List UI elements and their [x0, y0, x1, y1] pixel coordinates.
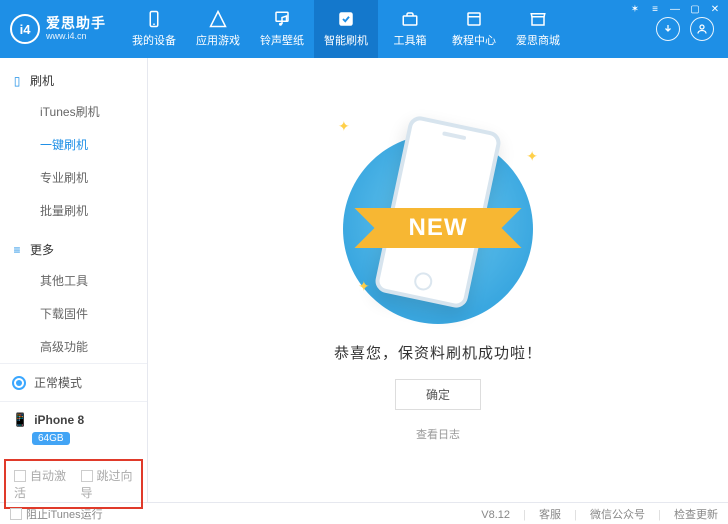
- ok-button[interactable]: 确定: [395, 379, 481, 410]
- sidebar-item-other-tools[interactable]: 其他工具: [0, 264, 147, 297]
- skin-button[interactable]: ✶: [628, 3, 642, 17]
- mode-icon: [12, 376, 26, 390]
- wechat-link[interactable]: 微信公众号: [590, 509, 645, 521]
- app-name: 爱思助手: [46, 16, 106, 31]
- phone-icon: ▯: [10, 74, 24, 88]
- maximize-button[interactable]: ▢: [688, 3, 702, 17]
- store-icon: [529, 10, 547, 28]
- tab-label: 爱思商城: [516, 32, 560, 48]
- version-label: V8.12: [481, 509, 510, 521]
- prevent-itunes-checkbox[interactable]: 阻止iTunes运行: [10, 506, 103, 522]
- tab-toolbox[interactable]: 工具箱: [378, 0, 442, 58]
- tab-store[interactable]: 爱思商城: [506, 0, 570, 58]
- tab-device[interactable]: 我的设备: [122, 0, 186, 58]
- device-name: iPhone 8: [12, 412, 135, 428]
- sidebar-item-oneclick-flash[interactable]: 一键刷机: [0, 128, 147, 161]
- sidebar-group-more[interactable]: ≡ 更多: [0, 235, 147, 264]
- skip-wizard-checkbox[interactable]: 跳过向导: [81, 467, 134, 501]
- music-icon: [273, 10, 291, 28]
- main-content: ✦ ✦ ✦ NEW 恭喜您，保资料刷机成功啦！ 确定 查看日志: [148, 58, 728, 502]
- sidebar-item-batch-flash[interactable]: 批量刷机: [0, 194, 147, 227]
- more-icon: ≡: [10, 243, 24, 257]
- success-message: 恭喜您，保资料刷机成功啦！: [148, 342, 728, 363]
- checkbox-label: 阻止iTunes运行: [26, 509, 103, 521]
- user-button[interactable]: [690, 17, 714, 41]
- ribbon-new: NEW: [383, 208, 494, 248]
- logo-icon: i4: [10, 14, 40, 44]
- success-illustration: ✦ ✦ ✦ NEW: [278, 98, 598, 318]
- check-update-link[interactable]: 检查更新: [674, 509, 718, 521]
- sidebar: ▯ 刷机 iTunes刷机 一键刷机 专业刷机 批量刷机 ≡ 更多 其他工具 下…: [0, 58, 148, 502]
- tab-label: 工具箱: [394, 32, 427, 48]
- toolbox-icon: [401, 10, 419, 28]
- sidebar-item-pro-flash[interactable]: 专业刷机: [0, 161, 147, 194]
- minimize-button[interactable]: —: [668, 3, 682, 17]
- tab-ringtones[interactable]: 铃声壁纸: [250, 0, 314, 58]
- sidebar-item-itunes-flash[interactable]: iTunes刷机: [0, 95, 147, 128]
- tab-label: 应用游戏: [196, 32, 240, 48]
- view-log-link[interactable]: 查看日志: [148, 426, 728, 442]
- tab-label: 我的设备: [132, 32, 176, 48]
- tab-flash[interactable]: 智能刷机: [314, 0, 378, 58]
- top-tabs: 我的设备 应用游戏 铃声壁纸 智能刷机 工具箱: [122, 0, 656, 58]
- tab-label: 教程中心: [452, 32, 496, 48]
- tab-tutorial[interactable]: 教程中心: [442, 0, 506, 58]
- apps-icon: [209, 10, 227, 28]
- app-header: i4 爱思助手 www.i4.cn 我的设备 应用游戏 铃声壁纸: [0, 0, 728, 58]
- download-button[interactable]: [656, 17, 680, 41]
- mode-label: 正常模式: [34, 374, 82, 391]
- book-icon: [465, 10, 483, 28]
- menu-button[interactable]: ≡: [648, 3, 662, 17]
- sidebar-item-download-firmware[interactable]: 下载固件: [0, 297, 147, 330]
- device-icon: [145, 10, 163, 28]
- device-mode[interactable]: 正常模式: [0, 364, 147, 402]
- sidebar-item-advanced[interactable]: 高级功能: [0, 330, 147, 363]
- app-logo: i4 爱思助手 www.i4.cn: [0, 0, 122, 58]
- tab-apps[interactable]: 应用游戏: [186, 0, 250, 58]
- storage-badge: 64GB: [32, 432, 70, 445]
- tab-label: 铃声壁纸: [260, 32, 304, 48]
- group-label: 更多: [30, 241, 54, 258]
- connected-device[interactable]: iPhone 8 64GB: [0, 402, 147, 455]
- close-button[interactable]: ✕: [708, 3, 722, 17]
- flash-icon: [337, 10, 355, 28]
- auto-activate-checkbox[interactable]: 自动激活: [14, 467, 67, 501]
- options-highlight-box: 自动激活 跳过向导: [4, 459, 143, 509]
- group-label: 刷机: [30, 72, 54, 89]
- tab-label: 智能刷机: [324, 32, 368, 48]
- sidebar-group-flash[interactable]: ▯ 刷机: [0, 66, 147, 95]
- support-link[interactable]: 客服: [539, 509, 561, 521]
- app-url: www.i4.cn: [46, 32, 106, 42]
